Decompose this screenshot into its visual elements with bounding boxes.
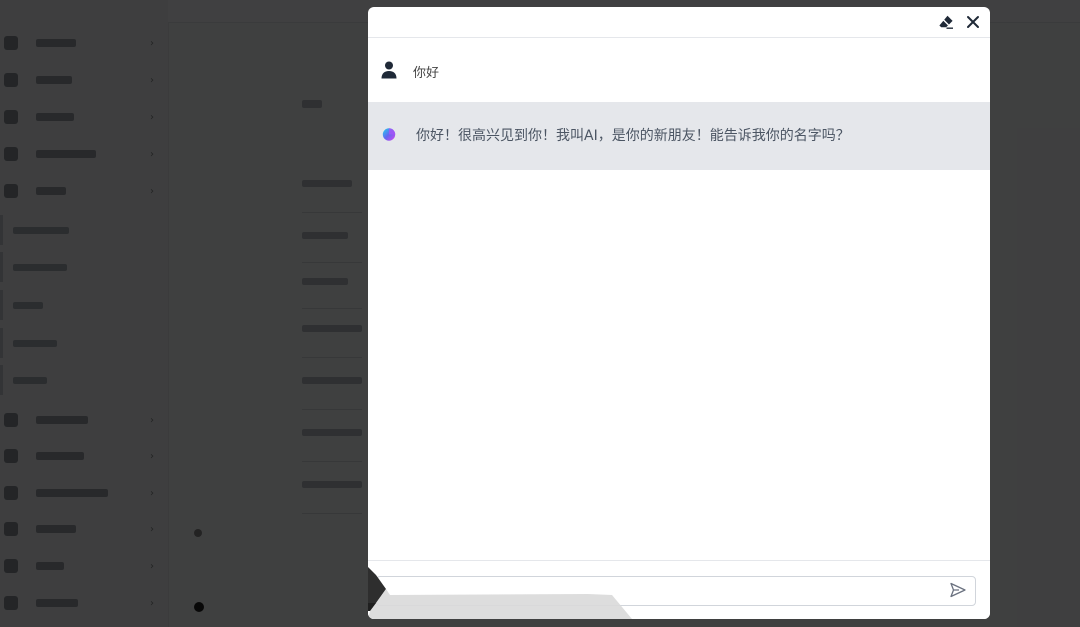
ai-logo-icon	[380, 125, 398, 143]
clear-chat-button[interactable]	[937, 13, 955, 31]
chat-message-user: 你好	[368, 38, 990, 102]
render-artifact	[368, 567, 632, 619]
chat-dialog: 你好 你好！很高兴见到你！我叫AI，是你的新朋友！能告诉我你的名字吗？	[368, 7, 990, 619]
eraser-icon	[938, 14, 954, 30]
close-button[interactable]	[964, 13, 982, 31]
assistant-message-text: 你好！很高兴见到你！我叫AI，是你的新朋友！能告诉我你的名字吗？	[416, 128, 850, 144]
send-button[interactable]	[948, 582, 968, 602]
user-message-text: 你好	[413, 66, 440, 81]
send-icon	[949, 581, 967, 603]
close-icon	[966, 15, 980, 29]
chat-dialog-header	[368, 7, 990, 38]
chat-message-assistant: 你好！很高兴见到你！我叫AI，是你的新朋友！能告诉我你的名字吗？	[368, 102, 990, 170]
user-icon	[380, 61, 398, 79]
